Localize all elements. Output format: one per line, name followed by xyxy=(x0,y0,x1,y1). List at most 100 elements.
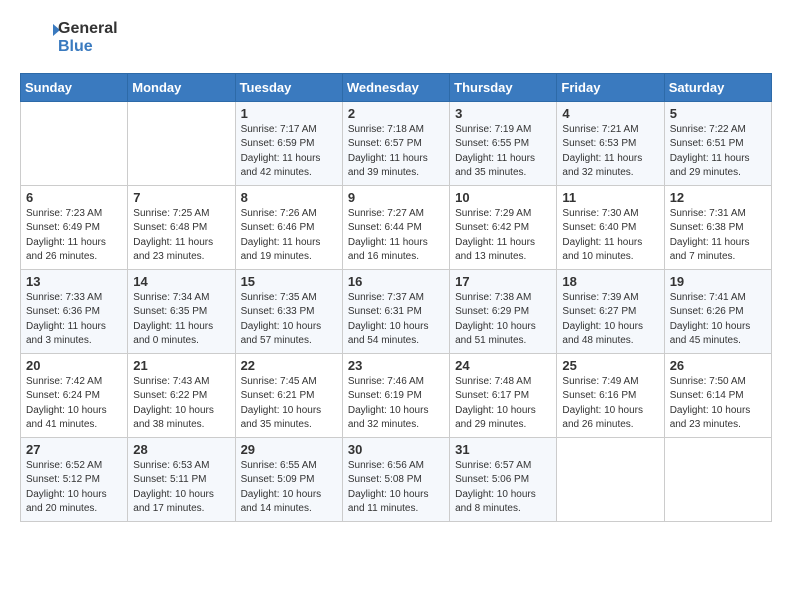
calendar-cell: 27 Sunrise: 6:52 AM Sunset: 5:12 PM Dayli… xyxy=(21,437,128,521)
calendar-cell: 31 Sunrise: 6:57 AM Sunset: 5:06 PM Dayli… xyxy=(450,437,557,521)
calendar-cell: 6 Sunrise: 7:23 AM Sunset: 6:49 PM Daylig… xyxy=(21,185,128,269)
calendar-cell: 1 Sunrise: 7:17 AM Sunset: 6:59 PM Daylig… xyxy=(235,101,342,185)
calendar-cell: 16 Sunrise: 7:37 AM Sunset: 6:31 PM Dayli… xyxy=(342,269,449,353)
day-info: Sunrise: 7:18 AM Sunset: 6:57 PM Dayligh… xyxy=(348,123,444,181)
day-number: 28 xyxy=(133,442,229,457)
calendar-cell: 18 Sunrise: 7:39 AM Sunset: 6:27 PM Dayli… xyxy=(557,269,664,353)
day-number: 12 xyxy=(670,190,766,205)
col-header-tuesday: Tuesday xyxy=(235,73,342,101)
calendar-cell: 15Sunrise: 7:35 AM Sunset: 6:33 PM Dayli… xyxy=(235,269,342,353)
day-info: Sunrise: 7:21 AM Sunset: 6:53 PM Dayligh… xyxy=(562,123,658,181)
day-number: 20 xyxy=(26,358,122,373)
day-info: Sunrise: 7:31 AM Sunset: 6:38 PM Dayligh… xyxy=(670,207,766,265)
day-info: Sunrise: 7:26 AM Sunset: 6:46 PM Dayligh… xyxy=(241,207,337,265)
calendar-cell: 10 Sunrise: 7:29 AM Sunset: 6:42 PM Dayli… xyxy=(450,185,557,269)
day-info: Sunrise: 7:34 AM Sunset: 6:35 PM Dayligh… xyxy=(133,291,229,349)
day-number: 15 xyxy=(241,274,337,289)
calendar-cell: 23 Sunrise: 7:46 AM Sunset: 6:19 PM Dayli… xyxy=(342,353,449,437)
day-number: 19 xyxy=(670,274,766,289)
calendar-cell: 12 Sunrise: 7:31 AM Sunset: 6:38 PM Dayli… xyxy=(664,185,771,269)
day-info: Sunrise: 7:45 AM Sunset: 6:21 PM Dayligh… xyxy=(241,375,337,433)
day-number: 3 xyxy=(455,106,551,121)
calendar-cell: 14Sunrise: 7:34 AM Sunset: 6:35 PM Dayli… xyxy=(128,269,235,353)
day-number: 24 xyxy=(455,358,551,373)
day-number: 11 xyxy=(562,190,658,205)
calendar-cell: 30 Sunrise: 6:56 AM Sunset: 5:08 PM Dayli… xyxy=(342,437,449,521)
day-info: Sunrise: 6:55 AM Sunset: 5:09 PM Dayligh… xyxy=(241,459,337,517)
logo-general: General xyxy=(58,20,118,38)
calendar-cell: 11Sunrise: 7:30 AM Sunset: 6:40 PM Dayli… xyxy=(557,185,664,269)
day-number: 8 xyxy=(241,190,337,205)
day-number: 10 xyxy=(455,190,551,205)
week-row-1: 1 Sunrise: 7:17 AM Sunset: 6:59 PM Daylig… xyxy=(21,101,772,185)
calendar-cell: 2 Sunrise: 7:18 AM Sunset: 6:57 PM Daylig… xyxy=(342,101,449,185)
day-info: Sunrise: 7:29 AM Sunset: 6:42 PM Dayligh… xyxy=(455,207,551,265)
day-number: 7 xyxy=(133,190,229,205)
calendar-cell xyxy=(21,101,128,185)
day-number: 30 xyxy=(348,442,444,457)
day-info: Sunrise: 6:52 AM Sunset: 5:12 PM Dayligh… xyxy=(26,459,122,517)
day-number: 25 xyxy=(562,358,658,373)
day-info: Sunrise: 7:37 AM Sunset: 6:31 PM Dayligh… xyxy=(348,291,444,349)
day-info: Sunrise: 6:53 AM Sunset: 5:11 PM Dayligh… xyxy=(133,459,229,517)
day-number: 29 xyxy=(241,442,337,457)
calendar-table: SundayMondayTuesdayWednesdayThursdayFrid… xyxy=(20,73,772,522)
day-number: 17 xyxy=(455,274,551,289)
day-info: Sunrise: 7:43 AM Sunset: 6:22 PM Dayligh… xyxy=(133,375,229,433)
day-info: Sunrise: 6:57 AM Sunset: 5:06 PM Dayligh… xyxy=(455,459,551,517)
day-number: 2 xyxy=(348,106,444,121)
calendar-cell: 9 Sunrise: 7:27 AM Sunset: 6:44 PM Daylig… xyxy=(342,185,449,269)
calendar-cell xyxy=(557,437,664,521)
day-number: 21 xyxy=(133,358,229,373)
day-number: 16 xyxy=(348,274,444,289)
col-header-monday: Monday xyxy=(128,73,235,101)
day-info: Sunrise: 7:38 AM Sunset: 6:29 PM Dayligh… xyxy=(455,291,551,349)
day-info: Sunrise: 7:42 AM Sunset: 6:24 PM Dayligh… xyxy=(26,375,122,433)
day-info: Sunrise: 7:19 AM Sunset: 6:55 PM Dayligh… xyxy=(455,123,551,181)
col-header-thursday: Thursday xyxy=(450,73,557,101)
day-info: Sunrise: 7:23 AM Sunset: 6:49 PM Dayligh… xyxy=(26,207,122,265)
header-row: SundayMondayTuesdayWednesdayThursdayFrid… xyxy=(21,73,772,101)
day-number: 4 xyxy=(562,106,658,121)
logo-svg xyxy=(20,20,60,56)
day-number: 31 xyxy=(455,442,551,457)
calendar-cell: 17 Sunrise: 7:38 AM Sunset: 6:29 PM Dayli… xyxy=(450,269,557,353)
day-number: 1 xyxy=(241,106,337,121)
calendar-cell: 20 Sunrise: 7:42 AM Sunset: 6:24 PM Dayli… xyxy=(21,353,128,437)
day-number: 23 xyxy=(348,358,444,373)
calendar-cell: 19Sunrise: 7:41 AM Sunset: 6:26 PM Dayli… xyxy=(664,269,771,353)
calendar-cell: 26 Sunrise: 7:50 AM Sunset: 6:14 PM Dayli… xyxy=(664,353,771,437)
calendar-cell: 4 Sunrise: 7:21 AM Sunset: 6:53 PM Daylig… xyxy=(557,101,664,185)
calendar-cell: 25 Sunrise: 7:49 AM Sunset: 6:16 PM Dayli… xyxy=(557,353,664,437)
col-header-friday: Friday xyxy=(557,73,664,101)
day-info: Sunrise: 7:50 AM Sunset: 6:14 PM Dayligh… xyxy=(670,375,766,433)
calendar-cell xyxy=(128,101,235,185)
calendar-cell: 28 Sunrise: 6:53 AM Sunset: 5:11 PM Dayli… xyxy=(128,437,235,521)
day-info: Sunrise: 7:39 AM Sunset: 6:27 PM Dayligh… xyxy=(562,291,658,349)
day-info: Sunrise: 7:27 AM Sunset: 6:44 PM Dayligh… xyxy=(348,207,444,265)
day-number: 9 xyxy=(348,190,444,205)
day-number: 18 xyxy=(562,274,658,289)
col-header-saturday: Saturday xyxy=(664,73,771,101)
day-number: 22 xyxy=(241,358,337,373)
calendar-cell: 13 Sunrise: 7:33 AM Sunset: 6:36 PM Dayli… xyxy=(21,269,128,353)
day-info: Sunrise: 7:22 AM Sunset: 6:51 PM Dayligh… xyxy=(670,123,766,181)
calendar-cell: 22 Sunrise: 7:45 AM Sunset: 6:21 PM Dayli… xyxy=(235,353,342,437)
week-row-4: 20 Sunrise: 7:42 AM Sunset: 6:24 PM Dayli… xyxy=(21,353,772,437)
day-info: Sunrise: 7:33 AM Sunset: 6:36 PM Dayligh… xyxy=(26,291,122,349)
day-info: Sunrise: 7:49 AM Sunset: 6:16 PM Dayligh… xyxy=(562,375,658,433)
day-number: 26 xyxy=(670,358,766,373)
col-header-sunday: Sunday xyxy=(21,73,128,101)
col-header-wednesday: Wednesday xyxy=(342,73,449,101)
day-number: 6 xyxy=(26,190,122,205)
day-info: Sunrise: 7:46 AM Sunset: 6:19 PM Dayligh… xyxy=(348,375,444,433)
calendar-cell: 8 Sunrise: 7:26 AM Sunset: 6:46 PM Daylig… xyxy=(235,185,342,269)
calendar-cell xyxy=(664,437,771,521)
week-row-2: 6 Sunrise: 7:23 AM Sunset: 6:49 PM Daylig… xyxy=(21,185,772,269)
day-number: 13 xyxy=(26,274,122,289)
day-info: Sunrise: 7:17 AM Sunset: 6:59 PM Dayligh… xyxy=(241,123,337,181)
day-number: 27 xyxy=(26,442,122,457)
calendar-cell: 29 Sunrise: 6:55 AM Sunset: 5:09 PM Dayli… xyxy=(235,437,342,521)
day-info: Sunrise: 7:48 AM Sunset: 6:17 PM Dayligh… xyxy=(455,375,551,433)
day-info: Sunrise: 6:56 AM Sunset: 5:08 PM Dayligh… xyxy=(348,459,444,517)
